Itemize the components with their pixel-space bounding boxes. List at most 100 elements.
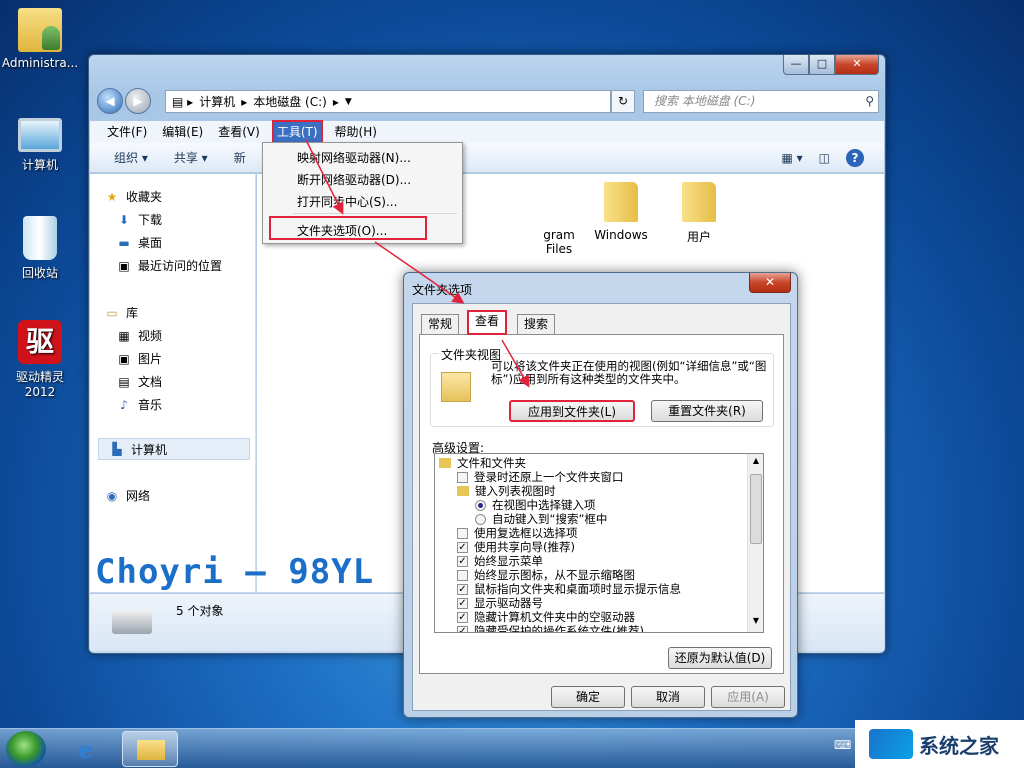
organize-button[interactable]: 组织 ▾ — [114, 149, 148, 166]
apply-to-folders-button[interactable]: 应用到文件夹(L) — [509, 400, 635, 422]
maximize-button[interactable]: □ — [809, 55, 835, 75]
checkbox-checked[interactable]: ✓ — [457, 555, 468, 567]
folder-label: Windows — [594, 228, 648, 242]
search-icon[interactable]: ⚲ — [865, 91, 874, 112]
desktop-icon-recycle-bin[interactable]: 回收站 — [0, 216, 80, 281]
checkbox-checked[interactable]: ✓ — [457, 597, 468, 609]
checkbox-checked[interactable]: ✓ — [457, 541, 468, 553]
list-item[interactable]: 在视图中选择键入项 — [475, 498, 596, 512]
sidebar-item-downloads[interactable]: ⬇ 下载 — [116, 211, 162, 228]
ok-button[interactable]: 确定 — [551, 686, 625, 708]
sidebar-item-pictures[interactable]: ▣ 图片 — [116, 350, 162, 367]
sidebar-item-network[interactable]: ◉ 网络 — [104, 487, 150, 504]
scrollbar[interactable]: ▲ ▼ — [747, 454, 763, 632]
navigation-pane: ★ 收藏夹 ⬇ 下载 ▬ 桌面 ▣ 最近访问的位置 ▭ 库 ▦ 视频 ▣ 图片 … — [90, 174, 256, 592]
start-button[interactable] — [6, 731, 46, 767]
chevron-down-icon[interactable]: ▼ — [345, 97, 352, 107]
checkbox[interactable] — [457, 569, 468, 581]
sidebar-item-label: 最近访问的位置 — [138, 259, 223, 273]
search-input[interactable]: 搜索 本地磁盘 (C:) ⚲ — [643, 90, 879, 113]
menu-bar: 文件(F) 编辑(E) 查看(V) 工具(T) 帮助(H) — [90, 120, 884, 144]
address-bar[interactable]: ▤ ▸ 计算机 ▸ 本地磁盘 (C:) ▸ ▼ — [165, 90, 611, 113]
radio-button[interactable] — [475, 499, 486, 511]
forward-button[interactable]: ▶ — [125, 88, 151, 114]
back-button[interactable]: ◀ — [97, 88, 123, 114]
preview-pane-icon[interactable]: ◫ — [819, 151, 830, 165]
folder-program-files[interactable]: gram Files — [529, 182, 589, 256]
breadcrumb-local-disk[interactable]: 本地磁盘 (C:) — [253, 93, 327, 110]
scroll-up-icon[interactable]: ▲ — [748, 456, 763, 470]
radio-button[interactable] — [475, 513, 486, 525]
minimize-button[interactable]: — — [783, 55, 809, 75]
breadcrumb-separator: ▸ — [332, 94, 339, 109]
menu-edit[interactable]: 编辑(E) — [159, 122, 206, 142]
list-item[interactable]: ✓ 始终显示菜单 — [457, 554, 543, 568]
list-item[interactable]: 使用复选框以选择项 — [457, 526, 578, 540]
sidebar-item-videos[interactable]: ▦ 视频 — [116, 327, 162, 344]
checkbox-checked[interactable]: ✓ — [457, 625, 468, 632]
view-options-icon[interactable]: ▦ ▾ — [781, 151, 802, 165]
refresh-button[interactable]: ↻ — [611, 90, 635, 113]
taskbar-internet-explorer[interactable]: e — [62, 731, 118, 767]
checkbox-checked[interactable]: ✓ — [457, 611, 468, 623]
sidebar-item-favorites[interactable]: ★ 收藏夹 — [104, 188, 162, 205]
internet-explorer-icon: e — [78, 735, 94, 764]
checkbox-checked[interactable]: ✓ — [457, 583, 468, 595]
menu-item-disconnect-drive[interactable]: 断开网络驱动器(D)... — [297, 171, 411, 188]
sidebar-item-libraries[interactable]: ▭ 库 — [104, 304, 138, 321]
share-button[interactable]: 共享 ▾ — [174, 149, 208, 166]
new-folder-button[interactable]: 新 — [234, 149, 246, 166]
sidebar-item-recent[interactable]: ▣ 最近访问的位置 — [116, 257, 222, 274]
list-item[interactable]: ✓ 显示驱动器号 — [457, 596, 543, 610]
cancel-button[interactable]: 取消 — [631, 686, 705, 708]
scroll-down-icon[interactable]: ▼ — [748, 616, 763, 630]
list-item[interactable]: 登录时还原上一个文件夹窗口 — [457, 470, 624, 484]
watermark-text: Choyri — 98YL — [95, 552, 375, 592]
close-button[interactable]: ✕ — [749, 273, 791, 293]
checkbox[interactable] — [457, 471, 468, 483]
scroll-thumb[interactable] — [750, 474, 762, 544]
list-item[interactable]: ✓ 隐藏计算机文件夹中的空驱动器 — [457, 610, 635, 624]
tab-search[interactable]: 搜索 — [517, 314, 556, 334]
brand-logo-icon — [869, 729, 913, 759]
reset-folders-button[interactable]: 重置文件夹(R) — [651, 400, 763, 422]
music-icon: ♪ — [120, 397, 128, 412]
list-item-label: 显示驱动器号 — [474, 596, 543, 610]
folder-users[interactable]: 用户 — [669, 182, 729, 245]
apply-button[interactable]: 应用(A) — [711, 686, 785, 708]
menu-item-sync-center[interactable]: 打开同步中心(S)... — [297, 193, 397, 210]
sidebar-item-documents[interactable]: ▤ 文档 — [116, 373, 162, 390]
restore-defaults-button[interactable]: 还原为默认值(D) — [668, 647, 772, 669]
list-item[interactable]: ✓ 隐藏受保护的操作系统文件(推荐) — [457, 624, 644, 632]
sidebar-item-computer[interactable]: ▙ 计算机 — [98, 438, 250, 460]
close-button[interactable]: ✕ — [835, 55, 879, 75]
menu-view[interactable]: 查看(V) — [215, 122, 263, 142]
checkbox[interactable] — [457, 527, 468, 539]
sidebar-item-music[interactable]: ♪ 音乐 — [116, 396, 162, 413]
search-placeholder: 搜索 本地磁盘 (C:) — [654, 94, 756, 108]
sidebar-item-desktop[interactable]: ▬ 桌面 — [116, 234, 162, 251]
desktop-icon-driver-genius[interactable]: 驱 驱动精灵 2012 — [0, 320, 80, 399]
folder-windows[interactable]: Windows — [591, 182, 651, 242]
menu-tools[interactable]: 工具(T) — [271, 120, 323, 144]
keyboard-icon[interactable]: ⌨ — [834, 738, 851, 752]
tab-view[interactable]: 查看 — [467, 310, 508, 335]
tab-general[interactable]: 常规 — [421, 314, 460, 334]
taskbar-explorer[interactable] — [122, 731, 178, 767]
menu-item-folder-options[interactable]: 文件夹选项(O)... — [297, 222, 387, 239]
list-item[interactable]: ✓ 鼠标指向文件夹和桌面项时显示提示信息 — [457, 582, 681, 596]
list-item[interactable]: 始终显示图标，从不显示缩略图 — [457, 568, 635, 582]
help-icon[interactable]: ? — [846, 149, 864, 167]
desktop-icon-computer[interactable]: 计算机 — [0, 112, 80, 173]
menu-item-map-drive[interactable]: 映射网络驱动器(N)... — [297, 149, 411, 166]
menu-help[interactable]: 帮助(H) — [332, 122, 380, 142]
list-item[interactable]: 自动键入到“搜索”框中 — [475, 512, 607, 526]
menu-file[interactable]: 文件(F) — [104, 122, 150, 142]
view-tab-panel: 文件夹视图 可以将该文件夹正在使用的视图(例如“详细信息”或“图标”)应用到所有… — [419, 334, 784, 674]
list-item-label: 始终显示图标，从不显示缩略图 — [474, 568, 635, 582]
breadcrumb-computer[interactable]: 计算机 — [199, 93, 235, 110]
advanced-settings-list[interactable]: 文件和文件夹 登录时还原上一个文件夹窗口 键入列表视图时 在视图中选择键入项 自… — [434, 453, 764, 633]
list-item: 键入列表视图时 — [457, 484, 556, 498]
list-item[interactable]: ✓ 使用共享向导(推荐) — [457, 540, 575, 554]
desktop-icon-administrator[interactable]: Administra... — [0, 8, 80, 70]
